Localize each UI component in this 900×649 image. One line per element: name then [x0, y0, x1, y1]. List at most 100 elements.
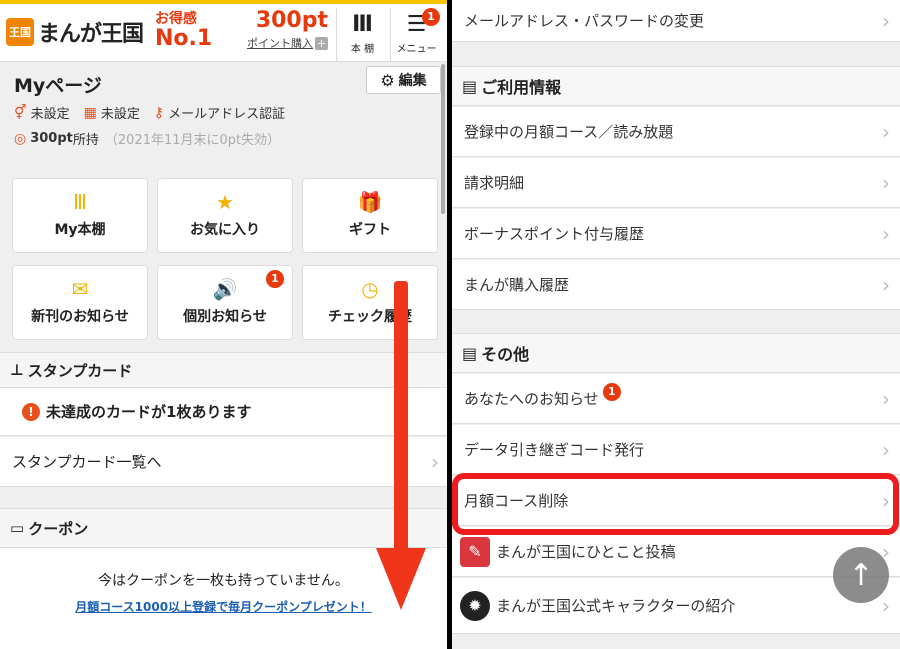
mail-icon: ✉ [71, 277, 89, 301]
menu-item-label: まんが購入履歴 [464, 276, 570, 294]
email-auth-status[interactable]: ⚷ メールアドレス認証 [153, 103, 286, 123]
plus-icon[interactable]: + [315, 37, 328, 50]
bookshelf-button[interactable]: Ⅲ 本 棚 [336, 8, 388, 62]
chevron-right-icon: › [882, 437, 890, 462]
tile-my-bookshelf[interactable]: Ⅲ My本棚 [12, 178, 148, 253]
coupon-title: クーポン [28, 519, 89, 538]
coin-icon: ◎ [14, 130, 27, 147]
left-screen: 王国 まんが王国 お得感 No.1 300pt ポイント購入 + Ⅲ 本 棚 ☰ … [0, 0, 447, 649]
menu-item-label: まんが王国公式キャラクターの紹介 [496, 597, 736, 615]
chevron-right-icon: › [882, 8, 890, 33]
gift-icon: 🎁 [357, 190, 383, 214]
menu-item-label: 登録中の月額コース／読み放題 [464, 123, 674, 141]
other-title: その他 [481, 345, 530, 364]
chevron-right-icon: › [882, 119, 890, 144]
menu-item-label: ボーナスポイント付与履歴 [464, 225, 645, 243]
tile-label: チェック履歴 [328, 309, 412, 325]
section-gap [452, 42, 900, 66]
purchase-history-item[interactable]: まんが購入履歴 › [452, 260, 900, 310]
bookshelf-icon: Ⅲ [352, 12, 373, 37]
stamp-card-list-link[interactable]: スタンプカード一覧へ › [0, 437, 447, 487]
logo-text: まんが王国 [38, 22, 144, 47]
points-display: 300pt ポイント購入 + [232, 10, 328, 51]
gender-status[interactable]: ⚥ 未設定 [14, 103, 70, 123]
scrollbar[interactable] [441, 64, 445, 214]
held-points: 300pt [30, 131, 73, 146]
stamp-icon: ⊥ [10, 361, 24, 379]
otoku-top: お得感 [155, 11, 197, 27]
mypage-summary: Myページ ⚙ 編集 ⚥ 未設定 ▦ 未設定 ⚷ メールアドレス認証 ◎ 300pt … [0, 63, 447, 165]
menu-button[interactable]: ☰ メニュー 1 [390, 8, 442, 62]
notice-badge: 1 [602, 382, 621, 401]
points-expiry-note: （2021年11月末に0pt失効） [104, 133, 281, 148]
warning-icon: ! [22, 402, 40, 421]
stamp-card-header: ⊥ スタンプカード [0, 352, 447, 388]
tile-individual-notice[interactable]: 🔊 個別お知らせ 1 [157, 265, 293, 340]
profile-status-row: ⚥ 未設定 ▦ 未設定 ⚷ メールアドレス認証 [14, 103, 299, 123]
buy-points-link[interactable]: ポイント購入 [247, 37, 313, 50]
monthly-course-item[interactable]: 登録中の月額コース／読み放題 › [452, 107, 900, 157]
edit-label: 編集 [398, 73, 427, 89]
down-arrow-icon [394, 281, 408, 551]
birthday-value: 未設定 [100, 107, 140, 122]
page-title: Myページ [14, 75, 102, 97]
speech-bubble-icon: ✎ [460, 536, 490, 567]
points-holding-row: ◎ 300pt 所持 （2021年11月末に0pt失効） [14, 129, 281, 149]
clock-icon: ◷ [361, 277, 379, 301]
tile-label: 新刊のお知らせ [31, 309, 129, 325]
tile-gift[interactable]: 🎁 ギフト [302, 178, 438, 253]
tile-favorites[interactable]: ★ お気に入り [157, 178, 293, 253]
email-password-change[interactable]: メールアドレス・パスワードの変更 › [452, 0, 900, 42]
menu-item-label: まんが王国にひとこと投稿 [496, 543, 676, 561]
menu-item-label: 請求明細 [464, 174, 525, 192]
chevron-right-icon: › [431, 449, 439, 474]
edit-button[interactable]: ⚙ 編集 [366, 66, 441, 94]
chevron-right-icon: › [882, 386, 890, 411]
tile-label: 個別お知らせ [183, 309, 267, 325]
email-password-change-label: メールアドレス・パスワードの変更 [464, 12, 705, 30]
tile-label: My本棚 [54, 222, 106, 238]
star-icon: ★ [216, 190, 234, 214]
menu-badge: 1 [422, 8, 440, 26]
held-points-suffix: 所持 [72, 133, 99, 148]
highlight-box [452, 473, 899, 535]
notice-badge: 1 [266, 270, 284, 288]
data-transfer-code-item[interactable]: データ引き継ぎコード発行 › [452, 425, 900, 475]
stamp-notice-row: ! 未達成のカードが1枚あります [0, 388, 447, 436]
key-icon: ⚷ [153, 104, 165, 121]
calendar-icon: ▦ [83, 104, 97, 121]
chevron-right-icon: › [882, 170, 890, 195]
app-header: 王国 まんが王国 お得感 No.1 300pt ポイント購入 + Ⅲ 本 棚 ☰ … [0, 0, 447, 62]
otoku-badge: お得感 No.1 [155, 12, 212, 50]
section-gap [452, 311, 900, 333]
tile-new-release-notice[interactable]: ✉ 新刊のお知らせ [12, 265, 148, 340]
tile-label: ギフト [349, 222, 391, 238]
official-character-item[interactable]: ✹ まんが王国公式キャラクターの紹介 › [452, 578, 900, 634]
menu-item-label: あなたへのお知らせ [464, 390, 599, 408]
other-header: ▤ その他 [452, 333, 900, 373]
otoku-bottom: No.1 [155, 26, 213, 51]
usage-info-title: ご利用情報 [481, 78, 562, 97]
chevron-right-icon: › [882, 272, 890, 297]
chevron-right-icon: › [882, 593, 890, 618]
billing-statement-item[interactable]: 請求明細 › [452, 158, 900, 208]
menu-label: メニュー [396, 44, 437, 55]
email-auth-label: メールアドレス認証 [168, 107, 286, 122]
character-icon: ✹ [460, 590, 490, 621]
notice-for-you-item[interactable]: あなたへのお知らせ 1 › [452, 374, 900, 424]
chevron-right-icon: › [882, 221, 890, 246]
stamp-card-title: スタンプカード [27, 361, 133, 380]
bonus-point-history-item[interactable]: ボーナスポイント付与履歴 › [452, 209, 900, 259]
right-screen: メールアドレス・パスワードの変更 › ▤ ご利用情報 登録中の月額コース／読み放… [452, 0, 900, 649]
stamp-notice: 未達成のカードが1枚あります [46, 403, 252, 421]
birthday-status[interactable]: ▦ 未設定 [83, 103, 140, 123]
list-icon: ▤ [462, 343, 478, 363]
down-arrow-head [376, 548, 426, 610]
points-value: 300pt [255, 8, 328, 33]
tile-check-history[interactable]: ◷ チェック履歴 [302, 265, 438, 340]
gender-icon: ⚥ [14, 104, 27, 121]
logo[interactable]: 王国 まんが王国 [6, 16, 144, 48]
bookshelf-icon: Ⅲ [73, 190, 87, 214]
scroll-to-top-button[interactable]: ↑ [833, 547, 889, 603]
logo-mark: 王国 [6, 18, 34, 46]
